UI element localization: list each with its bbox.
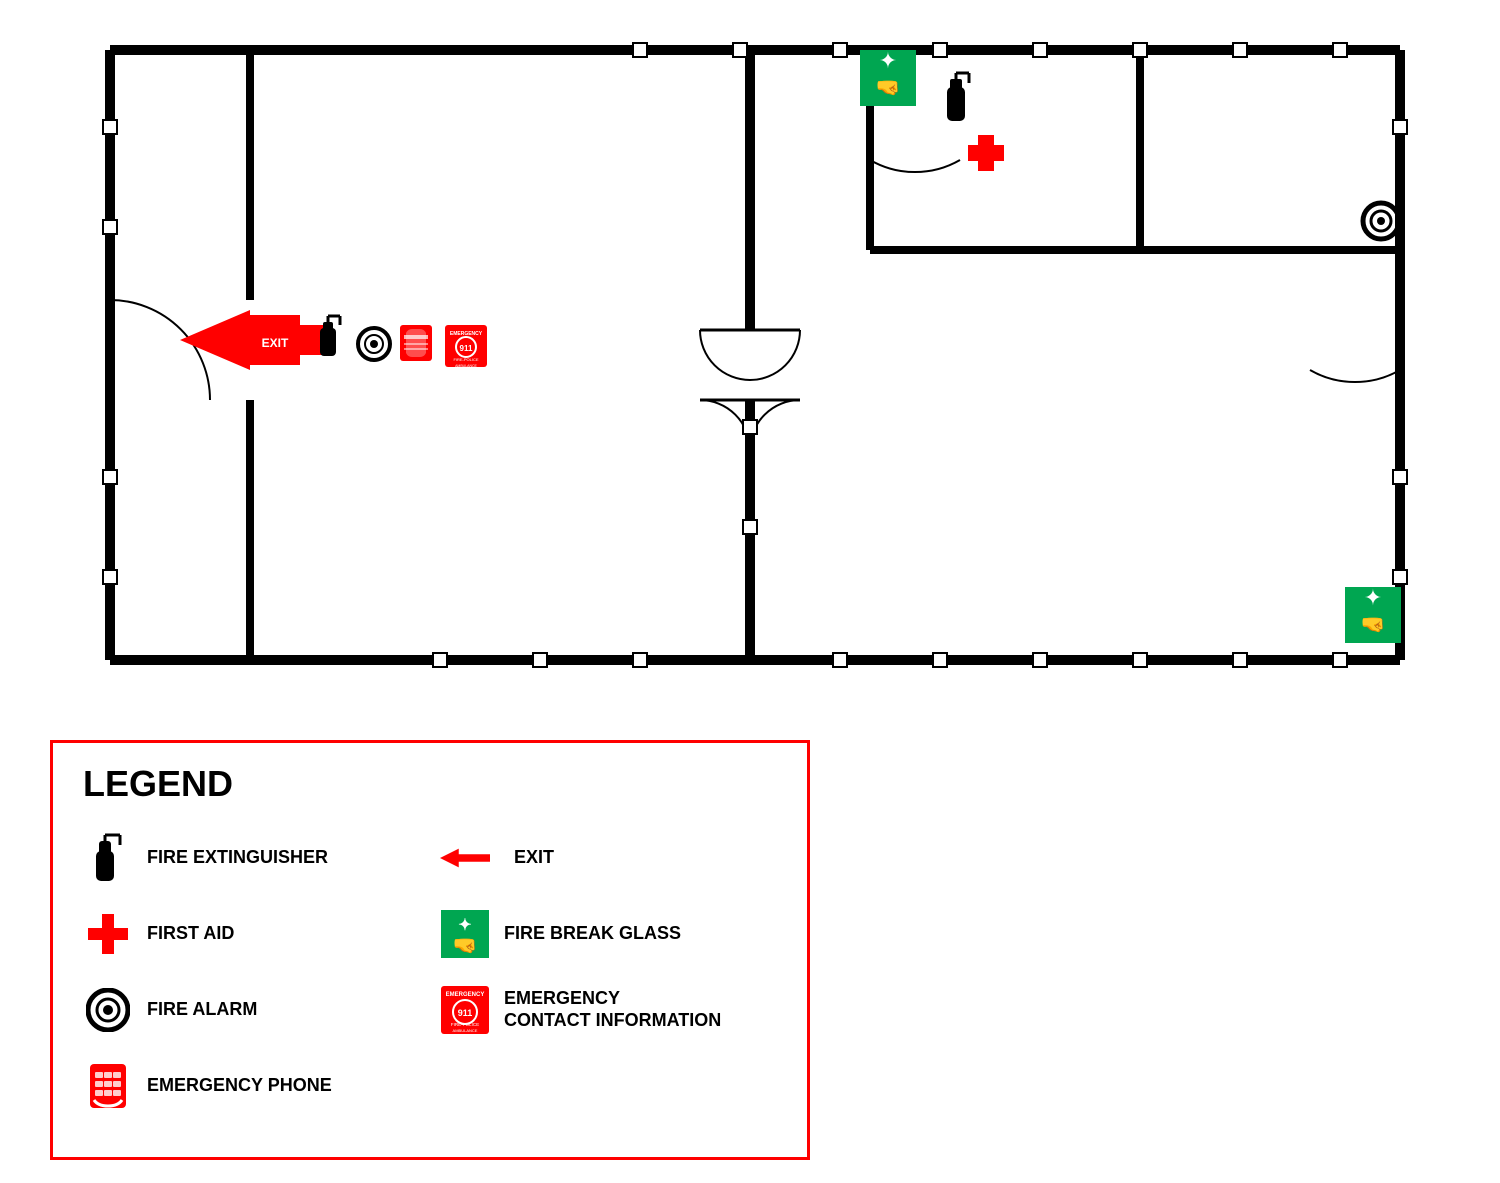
legend-item-fire-extinguisher: FIRE EXTINGUISHER <box>83 825 420 891</box>
svg-text:FIRE-POLICE: FIRE-POLICE <box>453 357 478 362</box>
emergency-contact-label: EMERGENCYCONTACT INFORMATION <box>504 988 721 1031</box>
fire-alarm-label: FIRE ALARM <box>147 999 257 1021</box>
legend-item-emergency-phone: EMERGENCY PHONE <box>83 1053 420 1119</box>
exit-arrow-icon <box>440 833 490 883</box>
svg-text:AMBULANCE: AMBULANCE <box>455 364 477 368</box>
fire-extinguisher-label: FIRE EXTINGUISHER <box>147 847 328 869</box>
first-aid-icon <box>83 909 133 959</box>
legend-title: LEGEND <box>83 763 777 805</box>
svg-text:✦: ✦ <box>879 48 897 73</box>
emergency-phone-icon <box>83 1061 133 1111</box>
legend-item-fire-alarm: FIRE ALARM <box>83 977 420 1043</box>
svg-text:✦: ✦ <box>458 917 471 934</box>
emergency-contact-icon: EMERGENCY 911 FIRE-POLICE AMBULANCE <box>440 985 490 1035</box>
legend: LEGEND FIRE EXTINGUISHER EXI <box>50 740 810 1160</box>
svg-text:🤜: 🤜 <box>453 935 478 957</box>
legend-item-fire-break-glass: ✦ 🤜 FIRE BREAK GLASS <box>440 901 777 967</box>
legend-grid: FIRE EXTINGUISHER EXIT FIRST AID <box>83 825 777 1119</box>
fire-extinguisher-icon <box>83 833 133 883</box>
svg-text:911: 911 <box>458 1008 473 1018</box>
legend-item-first-aid: FIRST AID <box>83 901 420 967</box>
svg-text:🤜: 🤜 <box>876 77 901 99</box>
svg-text:AMBULANCE: AMBULANCE <box>453 1028 478 1033</box>
fire-break-glass-icon: ✦ 🤜 <box>440 909 490 959</box>
svg-text:EMERGENCY: EMERGENCY <box>446 992 485 998</box>
emergency-phone-label: EMERGENCY PHONE <box>147 1075 332 1097</box>
svg-text:🤜: 🤜 <box>1361 614 1386 636</box>
svg-text:✦: ✦ <box>1364 585 1382 610</box>
svg-text:911: 911 <box>460 344 473 353</box>
legend-item-exit: EXIT <box>440 825 777 891</box>
floorplan: EXIT EMERGENCY <box>50 20 1450 720</box>
first-aid-label: FIRST AID <box>147 923 234 945</box>
legend-item-emergency-contact: EMERGENCY 911 FIRE-POLICE AMBULANCE EMER… <box>440 977 777 1043</box>
fire-break-glass-label: FIRE BREAK GLASS <box>504 923 681 945</box>
svg-text:EXIT: EXIT <box>262 336 289 350</box>
exit-label: EXIT <box>514 847 554 869</box>
fire-alarm-icon <box>83 985 133 1035</box>
svg-text:FIRE-POLICE: FIRE-POLICE <box>451 1022 479 1027</box>
